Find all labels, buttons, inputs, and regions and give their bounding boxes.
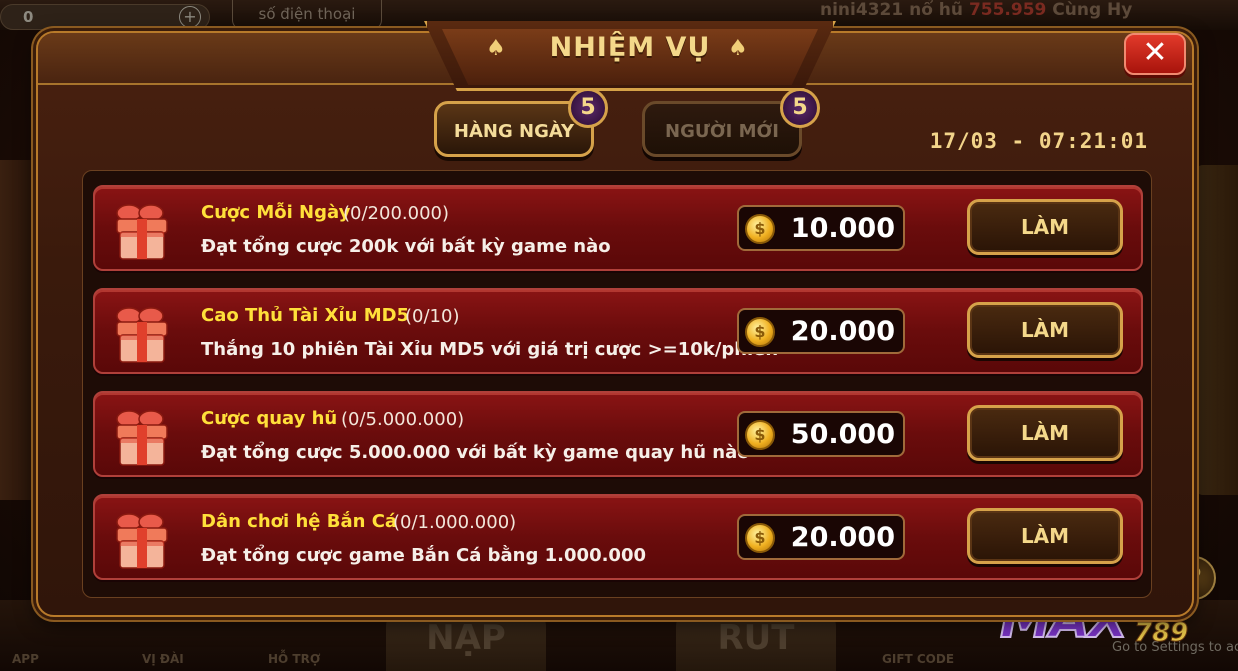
- coin-icon: $: [745, 420, 775, 450]
- coin-icon: $: [745, 317, 775, 347]
- add-coin-icon[interactable]: +: [179, 6, 201, 28]
- quest-title: Cao Thủ Tài Xỉu MD5: [201, 305, 410, 326]
- deposit-button[interactable]: NẠP: [386, 612, 546, 671]
- do-quest-button[interactable]: LÀM: [967, 508, 1123, 564]
- gift-box-icon: [116, 513, 168, 569]
- quest-row: Dân chơi hệ Bắn Cá (0/1.000.000) Đạt tổn…: [93, 494, 1143, 580]
- tab-new-player[interactable]: NGƯỜI MỚI: [642, 101, 802, 157]
- tab-daily-badge: 5: [568, 88, 608, 128]
- quest-title: Dân chơi hệ Bắn Cá: [201, 511, 398, 532]
- do-quest-button[interactable]: LÀM: [967, 405, 1123, 461]
- quest-title: Cược quay hũ: [201, 408, 338, 429]
- reward-box: $ 50.000: [737, 411, 905, 457]
- reward-value: 20.000: [790, 522, 895, 553]
- quest-row: Cược Mỗi Ngày (0/200.000) Đạt tổng cược …: [93, 185, 1143, 271]
- withdraw-button[interactable]: RÚT: [676, 612, 836, 671]
- app-label[interactable]: APP: [12, 652, 39, 666]
- lobby-right-banner: [1195, 165, 1238, 495]
- quest-progress: (0/10): [405, 306, 460, 327]
- vi-dai-label[interactable]: VỊ ĐÀI: [142, 652, 184, 666]
- jackpot-ticker: nini4321 nổ hũ 755.959 Cùng Hy: [820, 0, 1132, 20]
- quest-description: Đạt tổng cược game Bắn Cá bằng 1.000.000: [201, 545, 646, 566]
- giftcode-label[interactable]: GIFT CODE: [882, 652, 954, 666]
- gift-box-icon: [116, 307, 168, 363]
- lobby-left-banner: [0, 160, 40, 500]
- server-time: 17/03 - 07:21:01: [929, 129, 1148, 153]
- ticker-tail: Cùng Hy: [1046, 0, 1133, 20]
- quest-row: Cao Thủ Tài Xỉu MD5 (0/10) Thắng 10 phiê…: [93, 288, 1143, 374]
- quest-description: Thắng 10 phiên Tài Xỉu MD5 với giá trị c…: [201, 339, 779, 360]
- quest-list[interactable]: Cược Mỗi Ngày (0/200.000) Đạt tổng cược …: [82, 170, 1152, 598]
- support-label[interactable]: HỖ TRỢ: [268, 652, 320, 666]
- quest-progress: (0/5.000.000): [341, 409, 465, 430]
- quest-modal: ♠ NHIỆM VỤ ♠ ✕ HÀNG NGÀY 5 NGƯỜI MỚI 5 1…: [36, 21, 1194, 617]
- gift-box-icon: [116, 204, 168, 260]
- reward-value: 20.000: [790, 316, 895, 347]
- quest-progress: (0/200.000): [343, 203, 449, 224]
- modal-title: NHIỆM VỤ: [549, 32, 711, 63]
- phone-hint: số điện thoại: [232, 0, 382, 30]
- ticker-amount: 755.959: [968, 0, 1047, 20]
- ticker-text: nổ hũ: [903, 0, 969, 20]
- reward-value: 10.000: [790, 213, 895, 244]
- reward-box: $ 20.000: [737, 308, 905, 354]
- coin-balance: 0: [23, 8, 34, 26]
- coin-icon: $: [745, 214, 775, 244]
- logo-number: 789: [1133, 618, 1189, 649]
- close-button[interactable]: ✕: [1124, 33, 1186, 75]
- ticker-user: nini4321: [820, 0, 904, 20]
- quest-progress: (0/1.000.000): [393, 512, 517, 533]
- tab-new-player-badge: 5: [780, 88, 820, 128]
- spade-icon: ♠: [728, 36, 748, 61]
- reward-box: $ 10.000: [737, 205, 905, 251]
- quest-title: Cược Mỗi Ngày: [201, 202, 351, 223]
- quest-description: Đạt tổng cược 200k với bất kỳ game nào: [201, 236, 611, 257]
- quest-row: Cược quay hũ (0/5.000.000) Đạt tổng cược…: [93, 391, 1143, 477]
- do-quest-button[interactable]: LÀM: [967, 302, 1123, 358]
- reward-box: $ 20.000: [737, 514, 905, 560]
- gift-box-icon: [116, 410, 168, 466]
- coin-icon: $: [745, 523, 775, 553]
- coin-balance-box[interactable]: 0 +: [0, 4, 210, 30]
- do-quest-button[interactable]: LÀM: [967, 199, 1123, 255]
- reward-value: 50.000: [790, 419, 895, 450]
- quest-description: Đạt tổng cược 5.000.000 với bất kỳ game …: [201, 442, 750, 463]
